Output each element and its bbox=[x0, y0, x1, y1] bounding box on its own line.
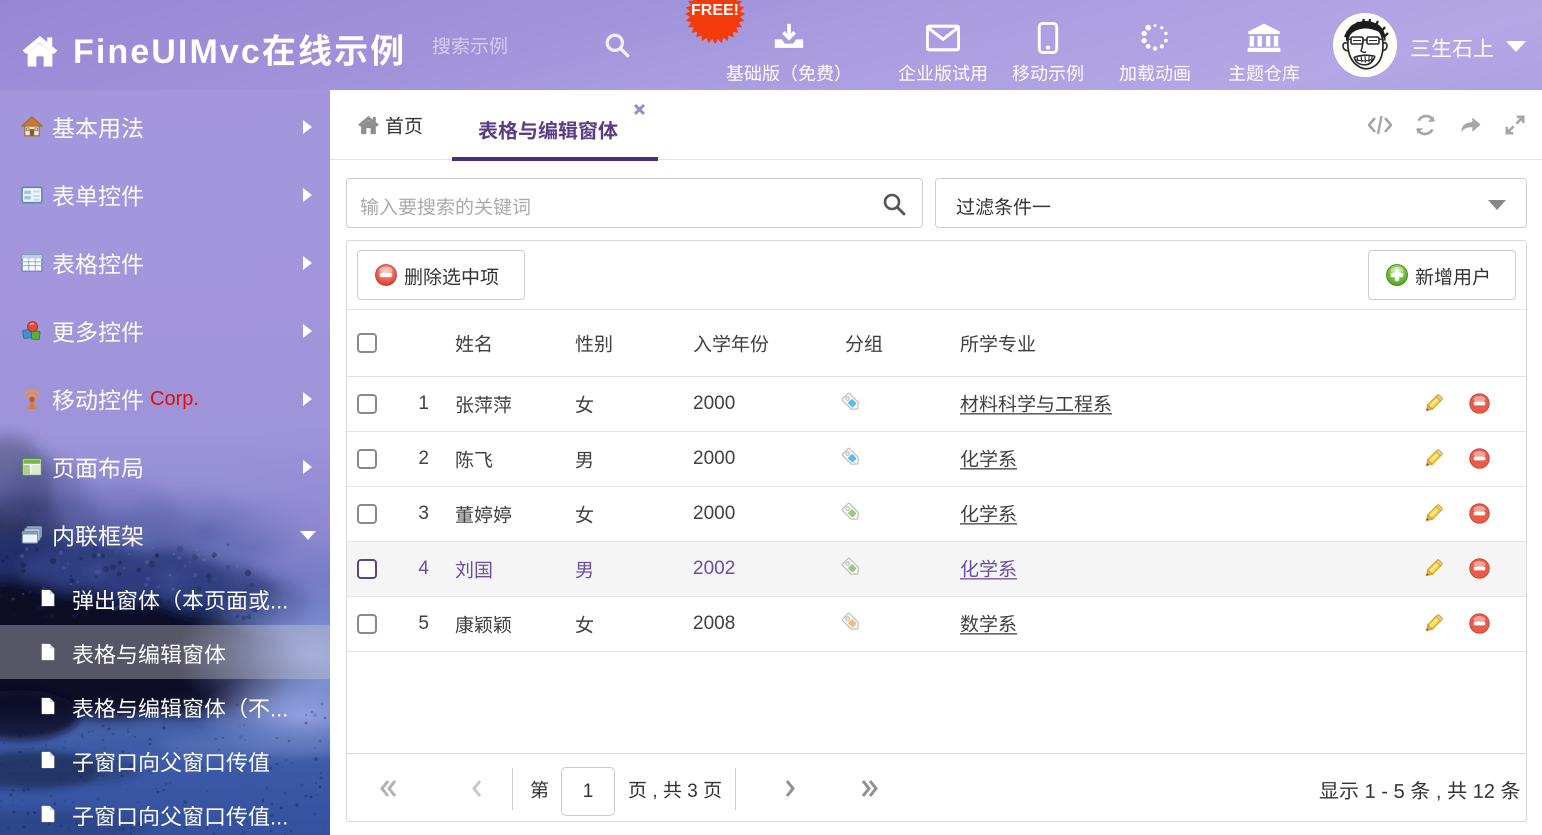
svg-text:FREE!: FREE! bbox=[691, 2, 739, 19]
